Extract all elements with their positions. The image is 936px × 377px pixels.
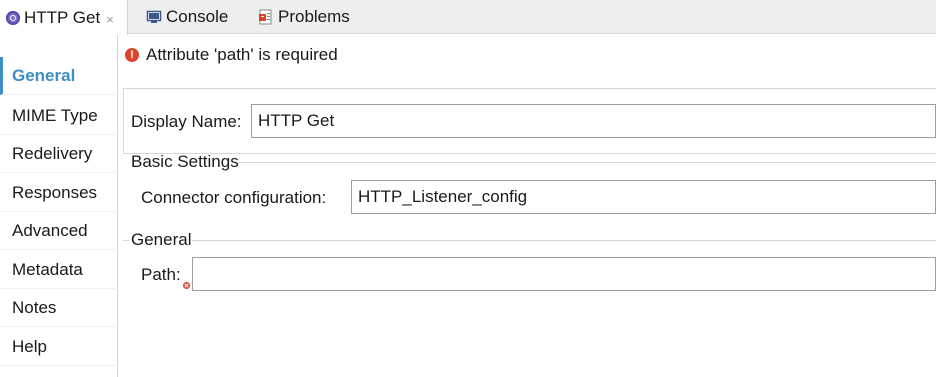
connector-config-label: Connector configuration: (141, 188, 327, 207)
validation-message: ! Attribute 'path' is required (125, 43, 338, 67)
display-name-input[interactable]: HTTP Get (251, 104, 936, 138)
tab-console[interactable]: Console (146, 0, 228, 34)
error-icon: ! (125, 48, 139, 62)
display-name-label: Display Name: (131, 112, 242, 131)
tab-label: HTTP Get (24, 7, 101, 27)
field-error-icon (183, 282, 190, 289)
sidebar-item-help[interactable]: Help (0, 328, 118, 366)
general-group-title: General (131, 230, 192, 249)
path-input[interactable] (192, 257, 936, 291)
general-group-divider-left (123, 240, 129, 241)
sidebar-item-responses[interactable]: Responses (0, 174, 118, 212)
tab-label: Console (166, 7, 229, 26)
close-icon[interactable]: × (106, 12, 114, 27)
sidebar-item-notes[interactable]: Notes (0, 289, 118, 327)
properties-sidebar: General MIME Type Redelivery Responses A… (0, 35, 118, 377)
tab-problems[interactable]: Problems (258, 0, 350, 34)
general-group-divider (192, 240, 936, 241)
sidebar-item-redelivery[interactable]: Redelivery (0, 135, 118, 173)
http-connector-icon (6, 10, 20, 25)
editor-tab-bar: HTTP Get × Console Problems (0, 0, 936, 35)
console-icon (146, 10, 162, 23)
sidebar-item-advanced[interactable]: Advanced (0, 212, 118, 250)
tab-label: Problems (278, 7, 350, 26)
sidebar-item-general[interactable]: General (0, 57, 118, 95)
basic-settings-divider (238, 162, 936, 163)
problems-icon (259, 9, 272, 25)
sidebar-item-mime-type[interactable]: MIME Type (0, 97, 118, 135)
path-label: Path: (141, 265, 181, 284)
sidebar-item-metadata[interactable]: Metadata (0, 251, 118, 289)
basic-settings-title: Basic Settings (131, 152, 239, 171)
error-message-text: Attribute 'path' is required (146, 45, 338, 64)
connector-config-input[interactable]: HTTP_Listener_config (351, 180, 936, 214)
tab-http-get[interactable]: HTTP Get × (0, 0, 128, 35)
